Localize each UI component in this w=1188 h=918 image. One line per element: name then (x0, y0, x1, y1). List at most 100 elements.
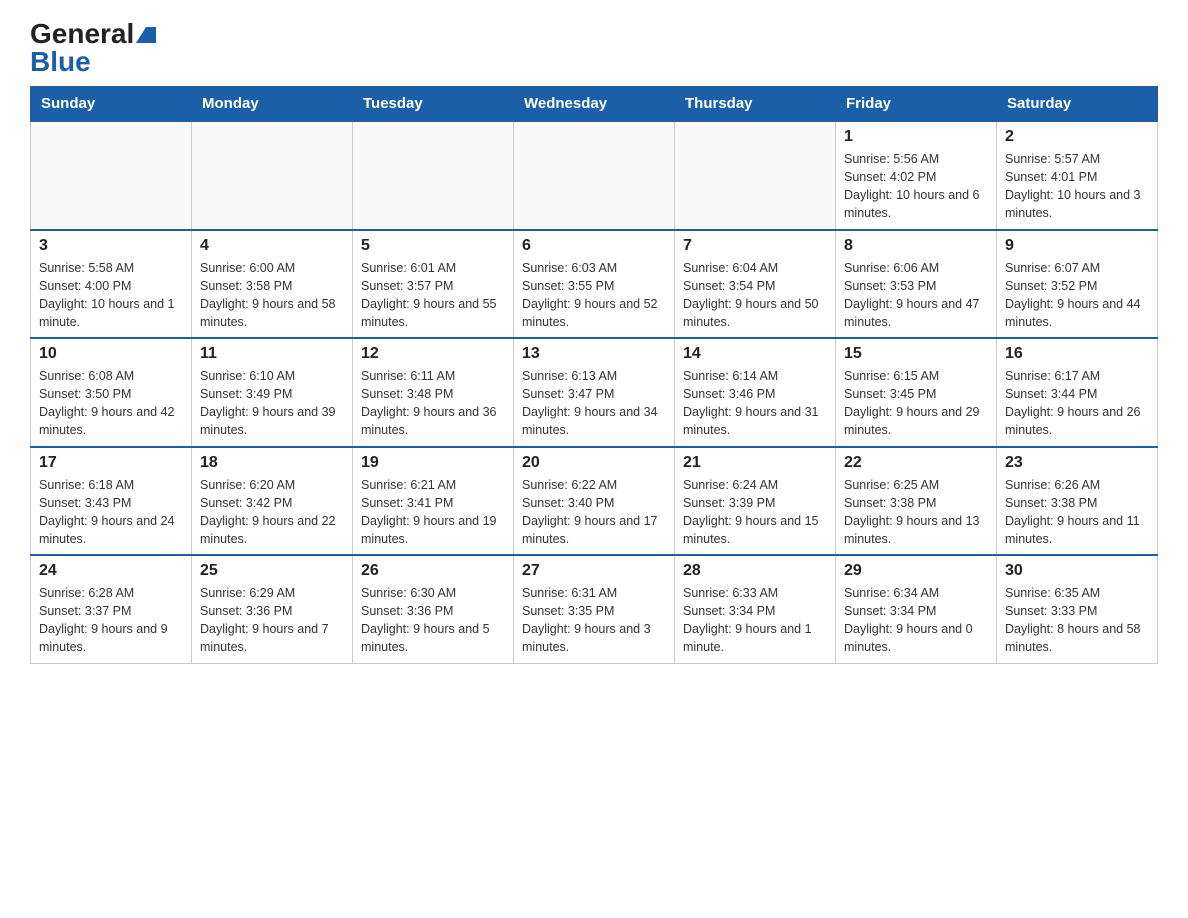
calendar-cell (353, 121, 514, 230)
sun-info: Sunrise: 6:30 AMSunset: 3:36 PMDaylight:… (361, 584, 505, 657)
calendar-cell: 5Sunrise: 6:01 AMSunset: 3:57 PMDaylight… (353, 230, 514, 339)
sun-info: Sunrise: 6:29 AMSunset: 3:36 PMDaylight:… (200, 584, 344, 657)
day-number: 30 (1005, 562, 1149, 580)
calendar-table: SundayMondayTuesdayWednesdayThursdayFrid… (30, 86, 1158, 664)
calendar-cell (31, 121, 192, 230)
weekday-header-wednesday: Wednesday (514, 87, 675, 122)
sun-info: Sunrise: 6:15 AMSunset: 3:45 PMDaylight:… (844, 367, 988, 440)
day-number: 17 (39, 454, 183, 472)
day-number: 16 (1005, 345, 1149, 363)
logo: General Blue (30, 20, 156, 76)
calendar-cell: 11 Sunrise: 6:10 AMSunset: 3:49 PMDayligh… (192, 338, 353, 447)
calendar-row-5: 24 Sunrise: 6:28 AMSunset: 3:37 PMDayligh… (31, 555, 1158, 663)
calendar-cell: 14 Sunrise: 6:14 AMSunset: 3:46 PMDayligh… (675, 338, 836, 447)
sun-info: Sunrise: 6:34 AMSunset: 3:34 PMDaylight:… (844, 584, 988, 657)
calendar-row-1: 1 Sunrise: 5:56 AMSunset: 4:02 PMDaylight… (31, 121, 1158, 230)
calendar-cell: 4 Sunrise: 6:00 AMSunset: 3:58 PMDaylight… (192, 230, 353, 339)
sun-info: Sunrise: 6:10 AMSunset: 3:49 PMDaylight:… (200, 367, 344, 440)
calendar-cell: 13 Sunrise: 6:13 AMSunset: 3:47 PMDayligh… (514, 338, 675, 447)
calendar-cell: 26 Sunrise: 6:30 AMSunset: 3:36 PMDayligh… (353, 555, 514, 663)
sun-info: Sunrise: 6:33 AMSunset: 3:34 PMDaylight:… (683, 584, 827, 657)
weekday-header-monday: Monday (192, 87, 353, 122)
calendar-cell: 9 Sunrise: 6:07 AMSunset: 3:52 PMDaylight… (997, 230, 1158, 339)
calendar-cell: 3 Sunrise: 5:58 AMSunset: 4:00 PMDaylight… (31, 230, 192, 339)
sun-info: Sunrise: 5:56 AMSunset: 4:02 PMDaylight:… (844, 150, 988, 223)
calendar-cell (192, 121, 353, 230)
calendar-cell: 6Sunrise: 6:03 AMSunset: 3:55 PMDaylight… (514, 230, 675, 339)
calendar-cell: 24 Sunrise: 6:28 AMSunset: 3:37 PMDayligh… (31, 555, 192, 663)
calendar-cell: 28 Sunrise: 6:33 AMSunset: 3:34 PMDayligh… (675, 555, 836, 663)
day-number: 18 (200, 454, 344, 472)
calendar-cell: 16 Sunrise: 6:17 AMSunset: 3:44 PMDayligh… (997, 338, 1158, 447)
calendar-cell: 12 Sunrise: 6:11 AMSunset: 3:48 PMDayligh… (353, 338, 514, 447)
day-number: 21 (683, 454, 827, 472)
logo-triangle-icon (136, 27, 156, 43)
sun-info: Sunrise: 6:11 AMSunset: 3:48 PMDaylight:… (361, 367, 505, 440)
calendar-cell: 15 Sunrise: 6:15 AMSunset: 3:45 PMDayligh… (836, 338, 997, 447)
sun-info: Sunrise: 6:06 AMSunset: 3:53 PMDaylight:… (844, 259, 988, 332)
day-number: 29 (844, 562, 988, 580)
calendar-cell: 30Sunrise: 6:35 AMSunset: 3:33 PMDayligh… (997, 555, 1158, 663)
day-number: 14 (683, 345, 827, 363)
sun-info: Sunrise: 5:58 AMSunset: 4:00 PMDaylight:… (39, 259, 183, 332)
calendar-cell (675, 121, 836, 230)
day-number: 12 (361, 345, 505, 363)
day-number: 28 (683, 562, 827, 580)
day-number: 27 (522, 562, 666, 580)
calendar-cell: 23 Sunrise: 6:26 AMSunset: 3:38 PMDayligh… (997, 447, 1158, 556)
day-number: 3 (39, 237, 183, 255)
calendar-cell (514, 121, 675, 230)
calendar-cell: 22 Sunrise: 6:25 AMSunset: 3:38 PMDayligh… (836, 447, 997, 556)
sun-info: Sunrise: 6:08 AMSunset: 3:50 PMDaylight:… (39, 367, 183, 440)
calendar-row-4: 17 Sunrise: 6:18 AMSunset: 3:43 PMDayligh… (31, 447, 1158, 556)
calendar-cell: 25 Sunrise: 6:29 AMSunset: 3:36 PMDayligh… (192, 555, 353, 663)
day-number: 2 (1005, 128, 1149, 146)
weekday-header-sunday: Sunday (31, 87, 192, 122)
sun-info: Sunrise: 6:00 AMSunset: 3:58 PMDaylight:… (200, 259, 344, 332)
day-number: 15 (844, 345, 988, 363)
day-number: 7 (683, 237, 827, 255)
calendar-cell: 20Sunrise: 6:22 AMSunset: 3:40 PMDayligh… (514, 447, 675, 556)
day-number: 22 (844, 454, 988, 472)
calendar-cell: 7 Sunrise: 6:04 AMSunset: 3:54 PMDaylight… (675, 230, 836, 339)
day-number: 26 (361, 562, 505, 580)
day-number: 6 (522, 237, 666, 255)
logo-general-text: General (30, 20, 156, 48)
sun-info: Sunrise: 6:28 AMSunset: 3:37 PMDaylight:… (39, 584, 183, 657)
day-number: 23 (1005, 454, 1149, 472)
sun-info: Sunrise: 6:25 AMSunset: 3:38 PMDaylight:… (844, 476, 988, 549)
weekday-header-tuesday: Tuesday (353, 87, 514, 122)
day-number: 11 (200, 345, 344, 363)
sun-info: Sunrise: 6:24 AMSunset: 3:39 PMDaylight:… (683, 476, 827, 549)
calendar-cell: 17 Sunrise: 6:18 AMSunset: 3:43 PMDayligh… (31, 447, 192, 556)
sun-info: Sunrise: 6:14 AMSunset: 3:46 PMDaylight:… (683, 367, 827, 440)
calendar-row-3: 10 Sunrise: 6:08 AMSunset: 3:50 PMDayligh… (31, 338, 1158, 447)
day-number: 10 (39, 345, 183, 363)
sun-info: Sunrise: 5:57 AMSunset: 4:01 PMDaylight:… (1005, 150, 1149, 223)
page-header: General Blue (30, 20, 1158, 76)
calendar-cell: 10 Sunrise: 6:08 AMSunset: 3:50 PMDayligh… (31, 338, 192, 447)
sun-info: Sunrise: 6:31 AMSunset: 3:35 PMDaylight:… (522, 584, 666, 657)
logo-blue-text: Blue (30, 48, 91, 76)
day-number: 1 (844, 128, 988, 146)
sun-info: Sunrise: 6:01 AMSunset: 3:57 PMDaylight:… (361, 259, 505, 332)
day-number: 13 (522, 345, 666, 363)
calendar-cell: 8 Sunrise: 6:06 AMSunset: 3:53 PMDaylight… (836, 230, 997, 339)
calendar-cell: 18 Sunrise: 6:20 AMSunset: 3:42 PMDayligh… (192, 447, 353, 556)
day-number: 19 (361, 454, 505, 472)
weekday-header-friday: Friday (836, 87, 997, 122)
sun-info: Sunrise: 6:13 AMSunset: 3:47 PMDaylight:… (522, 367, 666, 440)
day-number: 25 (200, 562, 344, 580)
weekday-header-saturday: Saturday (997, 87, 1158, 122)
day-number: 4 (200, 237, 344, 255)
sun-info: Sunrise: 6:26 AMSunset: 3:38 PMDaylight:… (1005, 476, 1149, 549)
calendar-cell: 29 Sunrise: 6:34 AMSunset: 3:34 PMDayligh… (836, 555, 997, 663)
sun-info: Sunrise: 6:17 AMSunset: 3:44 PMDaylight:… (1005, 367, 1149, 440)
sun-info: Sunrise: 6:04 AMSunset: 3:54 PMDaylight:… (683, 259, 827, 332)
sun-info: Sunrise: 6:20 AMSunset: 3:42 PMDaylight:… (200, 476, 344, 549)
day-number: 8 (844, 237, 988, 255)
sun-info: Sunrise: 6:07 AMSunset: 3:52 PMDaylight:… (1005, 259, 1149, 332)
sun-info: Sunrise: 6:18 AMSunset: 3:43 PMDaylight:… (39, 476, 183, 549)
day-number: 24 (39, 562, 183, 580)
day-number: 9 (1005, 237, 1149, 255)
